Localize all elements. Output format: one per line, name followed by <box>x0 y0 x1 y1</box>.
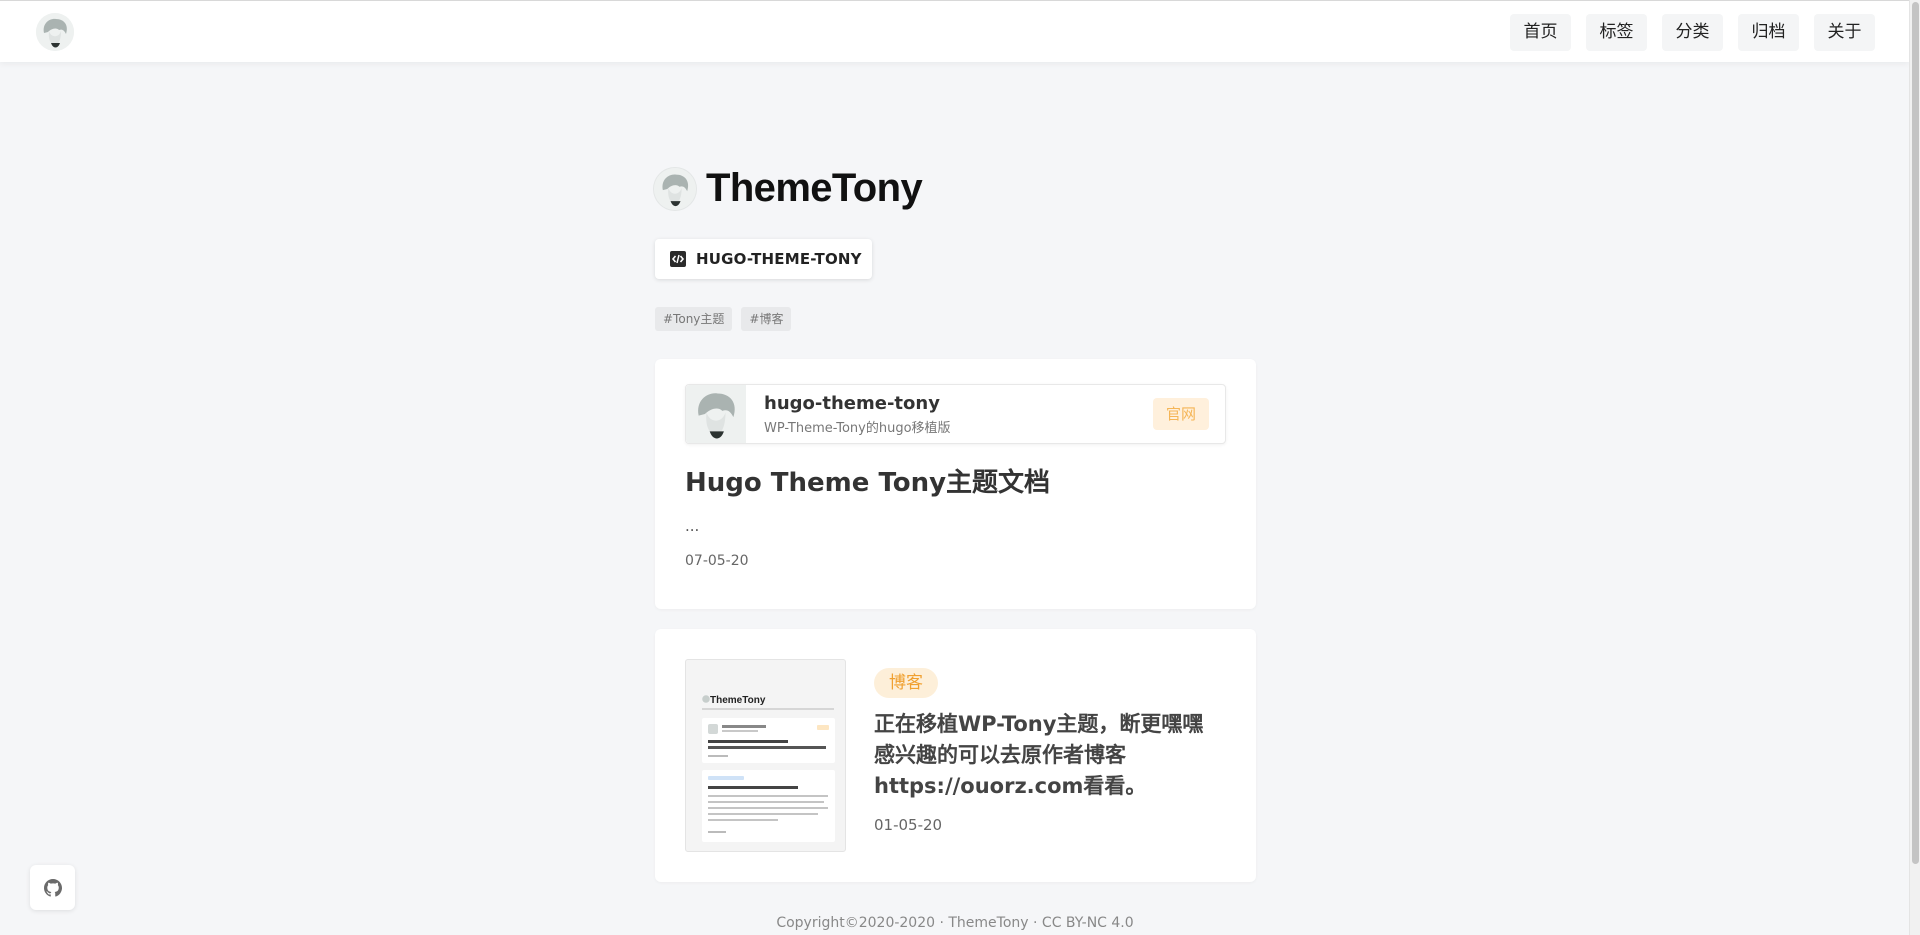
thumbnail-site-title: ThemeTony <box>710 695 766 706</box>
repo-card[interactable]: hugo-theme-tony WP-Theme-Tony的hugo移植版 官网 <box>685 384 1226 444</box>
tag-blog[interactable]: #博客 <box>741 307 792 331</box>
thumbnail-card <box>702 770 835 842</box>
post-card[interactable]: ThemeTony 博客 正在移植WP-Tony主题，断更嘿嘿感兴趣的可以去原作… <box>655 629 1256 882</box>
repo-name[interactable]: hugo-theme-tony <box>764 393 940 414</box>
nav-item-categories[interactable]: 分类 <box>1662 14 1723 51</box>
post-date: 07-05-20 <box>685 553 749 569</box>
repo-avatar-icon <box>686 385 746 443</box>
nav-item-about[interactable]: 关于 <box>1814 14 1875 51</box>
mini-avatar-icon <box>702 695 710 703</box>
site-avatar-icon <box>654 167 696 210</box>
scrollbar-thumb[interactable] <box>1912 2 1919 864</box>
site-header: ThemeTony <box>654 166 923 211</box>
tag-tony-theme[interactable]: #Tony主题 <box>655 307 733 331</box>
repo-button-label: HUGO-THEME-TONY <box>696 250 862 268</box>
main-content: ThemeTony HUGO-THEME-TONY #Tony主题 #博客 hu… <box>654 0 1256 935</box>
nav-item-tags[interactable]: 标签 <box>1586 14 1647 51</box>
github-button[interactable] <box>30 865 75 910</box>
tag-list: #Tony主题 #博客 <box>655 307 792 331</box>
post-card[interactable]: hugo-theme-tony WP-Theme-Tony的hugo移植版 官网… <box>655 359 1256 609</box>
repo-button[interactable]: HUGO-THEME-TONY <box>655 239 872 279</box>
github-icon <box>43 878 62 897</box>
nav-item-home[interactable]: 首页 <box>1510 14 1571 51</box>
site-title: ThemeTony <box>706 166 923 210</box>
category-badge[interactable]: 博客 <box>874 668 938 698</box>
main-nav: 首页 标签 分类 归档 关于 <box>1510 14 1875 51</box>
page-scrollbar[interactable] <box>1909 0 1920 935</box>
post-thumbnail[interactable]: ThemeTony <box>685 659 846 852</box>
footer-copyright: Copyright©2020-2020 · ThemeTony · CC BY-… <box>776 915 1134 931</box>
post-title[interactable]: 正在移植WP-Tony主题，断更嘿嘿感兴趣的可以去原作者博客https://ou… <box>874 709 1214 802</box>
repo-description: WP-Theme-Tony的hugo移植版 <box>764 421 951 436</box>
post-title[interactable]: Hugo Theme Tony主题文档 <box>685 462 1050 499</box>
thumbnail-nav-line <box>702 708 834 710</box>
thumbnail-card <box>702 718 835 763</box>
nav-item-archives[interactable]: 归档 <box>1738 14 1799 51</box>
post-date: 01-05-20 <box>874 816 943 834</box>
official-site-button[interactable]: 官网 <box>1153 398 1209 430</box>
avatar-icon[interactable] <box>36 13 74 51</box>
code-icon <box>670 251 686 267</box>
post-excerpt: ... <box>685 517 700 535</box>
